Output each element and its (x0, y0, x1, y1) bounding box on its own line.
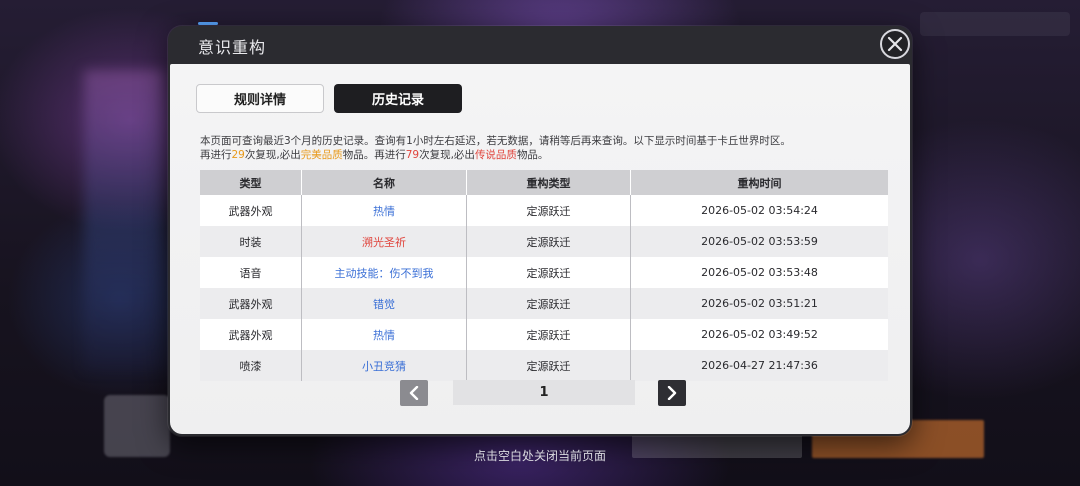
cell-method: 定源跃迁 (467, 226, 631, 257)
perfect-count: 29 (231, 149, 245, 161)
table-row: 武器外观 热情 定源跃迁 2026-05-02 03:49:52 (200, 319, 888, 350)
cell-time: 2026-05-02 03:53:59 (701, 235, 818, 248)
page-number: 1 (453, 380, 635, 405)
desc-text: 次复现,必出 (419, 149, 475, 161)
description-line-2: 再进行29次复现,必出完美品质物品。再进行79次复现,必出传说品质物品。 (200, 148, 890, 162)
dialog-body: 规则详情 历史记录 本页面可查询最近3个月的历史记录。查询有1小时左右延迟，若无… (170, 64, 910, 434)
table-header: 类型 名称 重构类型 重构时间 (200, 170, 888, 195)
perfect-quality: 完美品质 (300, 149, 343, 161)
cell-name: 热情 (302, 195, 467, 226)
close-icon (887, 36, 903, 52)
cell-name: 溯光圣祈 (302, 226, 467, 257)
cell-time: 2026-05-02 03:54:24 (701, 204, 818, 217)
tab-history[interactable]: 历史记录 (334, 84, 462, 113)
cell-time: 2026-05-02 03:51:21 (701, 297, 818, 310)
desc-text: 再进行 (200, 149, 232, 161)
cell-method: 定源跃迁 (467, 350, 631, 381)
cell-method: 定源跃迁 (467, 319, 631, 350)
legend-quality: 传说品质 (474, 149, 517, 161)
table-row: 喷漆 小丑竞猜 定源跃迁 2026-04-27 21:47:36 (200, 350, 888, 381)
cell-time: 2026-05-02 03:53:48 (701, 266, 818, 279)
table-row: 武器外观 错觉 定源跃迁 2026-05-02 03:51:21 (200, 288, 888, 319)
cell-name: 热情 (302, 319, 467, 350)
next-page-button[interactable] (658, 380, 686, 406)
header-name: 名称 (302, 170, 467, 195)
description-line-1: 本页面可查询最近3个月的历史记录。查询有1小时左右延迟，若无数据，请稍等后再来查… (200, 135, 791, 147)
desc-text: 物品。 (516, 149, 549, 161)
table-row: 武器外观 热情 定源跃迁 2026-05-02 03:54:24 (200, 195, 888, 226)
cell-method: 定源跃迁 (467, 257, 631, 288)
cell-time: 2026-04-27 21:47:36 (701, 359, 818, 372)
tab-rules[interactable]: 规则详情 (196, 84, 324, 113)
cell-type: 喷漆 (200, 350, 302, 381)
table-body: 武器外观 热情 定源跃迁 2026-05-02 03:54:24 时装 溯光圣祈 定源跃迁 2… (200, 195, 888, 381)
cell-method: 定源跃迁 (467, 288, 631, 319)
cell-type: 武器外观 (200, 195, 302, 226)
background-thumbnail-strip (84, 70, 164, 370)
desc-text: 次复现,必出 (244, 149, 301, 161)
close-button[interactable] (880, 29, 910, 59)
cell-name: 错觉 (302, 288, 467, 319)
description-text: 本页面可查询最近3个月的历史记录。查询有1小时左右延迟，若无数据，请稍等后再来查… (200, 134, 890, 162)
history-dialog: 意识重构 规则详情 历史记录 本页面可查询最近3个月的历史记录。查询有1小时左右… (168, 26, 912, 436)
header-method: 重构类型 (467, 170, 631, 195)
background-currency-bar (920, 12, 1070, 36)
dialog-title: 意识重构 (198, 38, 267, 57)
cell-name: 主动技能：伤不到我 (302, 257, 467, 288)
prev-page-button[interactable] (400, 380, 428, 406)
accent-tick (198, 22, 218, 25)
chevron-right-icon (667, 386, 677, 400)
cell-method: 定源跃迁 (467, 195, 631, 226)
cell-type: 时装 (200, 226, 302, 257)
close-hint[interactable]: 点击空白处关闭当前页面 (0, 447, 1080, 464)
cell-name: 小丑竞猜 (302, 350, 467, 381)
chevron-left-icon (409, 386, 419, 400)
desc-text: 物品。再进行 (342, 149, 406, 161)
table-row: 时装 溯光圣祈 定源跃迁 2026-05-02 03:53:59 (200, 226, 888, 257)
history-table: 类型 名称 重构类型 重构时间 武器外观 热情 定源跃迁 2026-05-02 03:… (200, 170, 888, 381)
cell-type: 语音 (200, 257, 302, 288)
header-type: 类型 (200, 170, 302, 195)
header-time: 重构时间 (737, 176, 782, 190)
cell-time: 2026-05-02 03:49:52 (701, 328, 818, 341)
cell-type: 武器外观 (200, 288, 302, 319)
cell-type: 武器外观 (200, 319, 302, 350)
table-row: 语音 主动技能：伤不到我 定源跃迁 2026-05-02 03:53:48 (200, 257, 888, 288)
legend-count: 79 (405, 149, 420, 161)
